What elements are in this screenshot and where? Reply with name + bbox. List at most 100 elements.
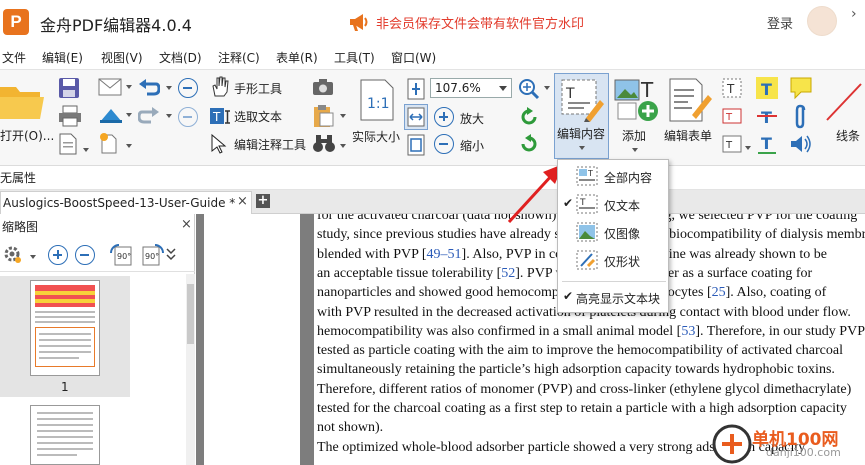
hand-icon[interactable] [210, 76, 230, 98]
chevron-down-icon[interactable] [126, 113, 132, 117]
tab-title: Auslogics-BoostSpeed-13-User-Guide * [3, 196, 236, 210]
new-document-icon[interactable] [58, 133, 78, 155]
thumbnail-page-1[interactable]: 1 [0, 276, 130, 397]
close-icon[interactable]: × [237, 194, 248, 209]
menu-file[interactable]: 文件 [2, 49, 26, 66]
line-label[interactable]: 线条 [836, 127, 860, 144]
back-icon[interactable] [178, 78, 198, 98]
chevron-down-icon[interactable] [126, 85, 132, 89]
email-icon[interactable] [98, 78, 122, 96]
cloud-upload-icon[interactable] [98, 106, 124, 124]
citation-link[interactable]: 52 [501, 266, 515, 281]
chevron-right-icon[interactable]: › [851, 6, 857, 22]
site-watermark: 单机100网 danji100.com [710, 422, 865, 465]
rotate-right-90-icon[interactable]: 90° [139, 243, 165, 267]
chevron-down-icon[interactable] [340, 114, 346, 118]
open-button[interactable]: 打开(O)... [0, 75, 54, 155]
thumbnail-scrollbar[interactable] [186, 274, 195, 465]
shrink-thumbnails-icon[interactable] [75, 245, 95, 265]
redo-icon[interactable] [138, 106, 160, 126]
close-icon[interactable]: × [181, 217, 192, 232]
text-box-icon[interactable]: T [721, 77, 743, 99]
tab-bar: Auslogics-BoostSpeed-13-User-Guide * × + [0, 190, 865, 214]
avatar[interactable] [807, 6, 837, 36]
undo-icon[interactable] [138, 78, 160, 98]
sticky-note-icon[interactable] [789, 76, 813, 100]
line-text: Therefore, different ratios of monomer (… [317, 381, 852, 397]
tab-document[interactable]: Auslogics-BoostSpeed-13-User-Guide * × [0, 191, 252, 214]
menu-item-image-only[interactable]: 仅图像 [558, 219, 668, 245]
actual-size-button[interactable]: 1:1 实际大小 [352, 74, 404, 156]
underline-text-icon[interactable]: T [755, 132, 779, 156]
chevron-down-icon[interactable] [745, 146, 751, 150]
menu-item-text-only[interactable]: ✔ T 仅文本 [558, 191, 668, 217]
double-chevron-down-icon[interactable] [166, 247, 176, 261]
menu-edit[interactable]: 编辑(E) [42, 49, 83, 66]
menu-form[interactable]: 表单(R) [276, 49, 318, 66]
chevron-down-icon[interactable] [166, 86, 172, 90]
chevron-down-icon[interactable] [340, 144, 346, 148]
menu-annotation[interactable]: 注释(C) [218, 49, 260, 66]
zoom-in-icon[interactable] [434, 107, 454, 127]
add-button[interactable]: T 添加 [612, 74, 662, 156]
hand-tool-label[interactable]: 手形工具 [234, 80, 282, 97]
citation-link[interactable]: 53 [681, 324, 695, 339]
menu-item-all-content[interactable]: T 全部内容 [558, 163, 668, 189]
text-comment-icon[interactable]: T [721, 133, 743, 155]
line-text: simultaneously retaining the particle’s … [317, 362, 835, 378]
chevron-down-icon[interactable] [544, 86, 550, 90]
svg-text:T: T [761, 80, 772, 99]
new-tab-button[interactable]: + [256, 194, 270, 208]
citation-link[interactable]: 25 [712, 285, 726, 300]
rotate-left-90-icon[interactable]: 90° [109, 243, 135, 267]
zoom-magnifier-icon[interactable] [518, 78, 540, 100]
menu-item-highlight-text-blocks[interactable]: ✔ 高亮显示文本块 [558, 284, 668, 310]
login-link[interactable]: 登录 [767, 13, 793, 32]
new-star-icon[interactable] [98, 132, 120, 154]
camera-icon[interactable] [312, 78, 334, 96]
rotate-counterclockwise-icon[interactable] [518, 133, 540, 155]
select-text-label[interactable]: 选取文本 [234, 108, 282, 125]
zoom-in-label[interactable]: 放大 [460, 110, 484, 127]
menu-window[interactable]: 窗口(W) [391, 49, 436, 66]
scrollbar-thumb[interactable] [187, 284, 194, 344]
enlarge-thumbnails-icon[interactable] [48, 245, 68, 265]
fit-visible-icon[interactable] [406, 134, 426, 156]
menu-view[interactable]: 视图(V) [101, 49, 143, 66]
clipboard-icon[interactable] [312, 104, 334, 128]
citation-link[interactable]: 49–51 [427, 247, 462, 262]
actual-size-label: 实际大小 [352, 130, 401, 144]
chevron-down-icon[interactable] [83, 148, 89, 152]
line-tool-icon[interactable] [823, 80, 865, 124]
forward-icon[interactable] [178, 107, 198, 127]
strikeout-text-icon[interactable]: T [755, 104, 779, 128]
sound-icon[interactable] [789, 133, 813, 155]
promo-banner[interactable]: 非会员保存文件会带有软件官方水印 [376, 13, 584, 32]
edit-form-button[interactable]: 编辑表单 [664, 74, 716, 156]
menu-tools[interactable]: 工具(T) [334, 49, 375, 66]
chevron-down-icon[interactable] [30, 255, 36, 259]
select-text-icon[interactable]: T [209, 105, 231, 127]
menu-document[interactable]: 文档(D) [159, 49, 202, 66]
text-field-icon[interactable]: T [721, 105, 743, 127]
save-icon[interactable] [58, 77, 80, 99]
chevron-down-icon[interactable] [126, 144, 132, 148]
menu-item-label: 仅图像 [604, 227, 641, 241]
edit-annotation-icon[interactable] [209, 132, 231, 154]
zoom-level-select[interactable]: 107.6% [430, 78, 512, 98]
edit-annotation-label[interactable]: 编辑注释工具 [234, 136, 306, 153]
gear-icon[interactable] [2, 244, 24, 266]
fit-width-button[interactable] [404, 104, 428, 130]
thumbnail-page-2[interactable] [30, 405, 100, 465]
rotate-clockwise-icon[interactable] [518, 106, 540, 128]
attachment-icon[interactable] [791, 104, 811, 130]
fit-page-icon[interactable] [406, 78, 426, 100]
menu-item-shape-only[interactable]: 仅形状 [558, 247, 668, 273]
binoculars-icon[interactable] [312, 133, 336, 153]
print-icon[interactable] [58, 105, 82, 127]
chevron-down-icon[interactable] [166, 114, 172, 118]
highlight-text-icon[interactable]: T [755, 76, 779, 100]
zoom-out-icon[interactable] [434, 134, 454, 154]
zoom-out-label[interactable]: 缩小 [460, 137, 484, 154]
edit-content-button[interactable]: T 编辑内容 [554, 73, 609, 159]
